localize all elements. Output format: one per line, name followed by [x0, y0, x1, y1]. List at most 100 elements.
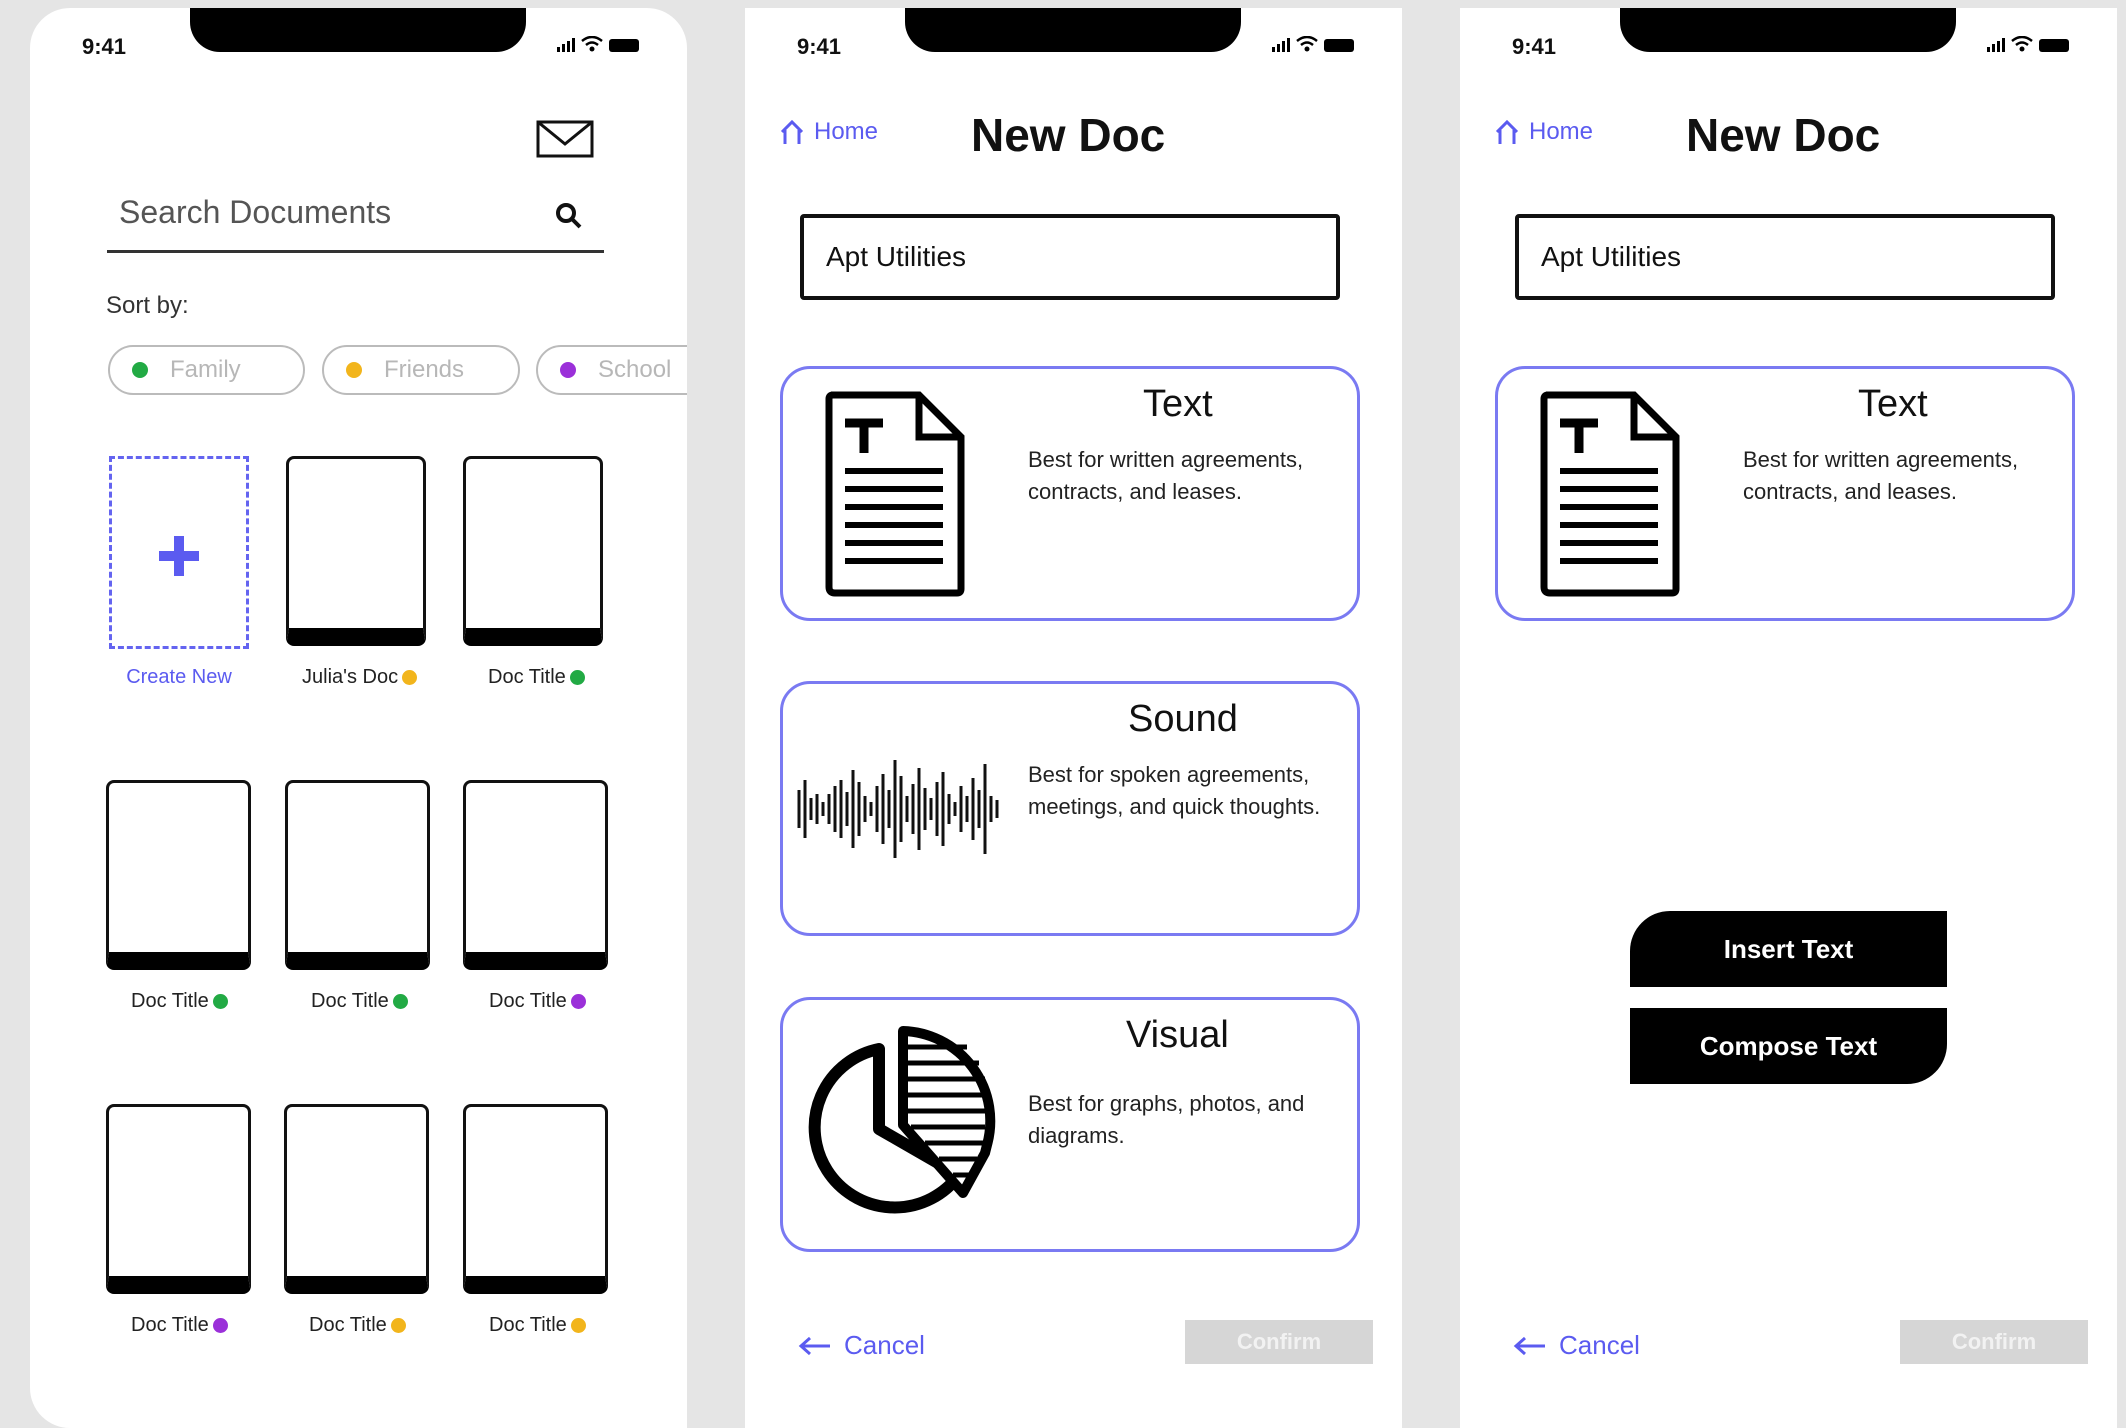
notch [190, 8, 526, 52]
chip-label: Friends [384, 356, 465, 383]
doc-title: Julia's Doc [302, 666, 399, 688]
doc-title: Doc Title [489, 990, 567, 1012]
doc-thumbnail[interactable] [463, 456, 603, 646]
home-label: Home [1529, 118, 1594, 145]
compose-text-button[interactable]: Compose Text [1630, 1008, 1947, 1084]
card-title: Sound [1128, 698, 1238, 740]
school-dot [560, 362, 576, 378]
status-icons [1272, 36, 1354, 52]
doc-title: Doc Title [489, 1314, 567, 1336]
card-description: Best for graphs, photos, and diagrams. [1028, 1091, 1305, 1148]
arrow-left-icon [798, 1336, 830, 1355]
status-icons [1987, 36, 2069, 52]
chip-friends[interactable]: Friends [322, 345, 520, 395]
page-title: New Doc [1686, 109, 1881, 161]
notch [1620, 8, 1956, 52]
category-dot [212, 994, 228, 1009]
arrow-left-icon [1513, 1336, 1545, 1355]
doc-thumbnail[interactable] [286, 456, 426, 646]
text-type-card[interactable]: Text Best for written agreements, contra… [1495, 366, 2075, 621]
card-title: Text [1143, 383, 1213, 425]
doc-caption: Doc Title [488, 666, 585, 689]
status-time: 9:41 [1512, 34, 1557, 59]
doc-title: Doc Title [309, 1314, 387, 1336]
status-time: 9:41 [82, 34, 127, 59]
doc-thumbnail[interactable] [284, 1104, 429, 1294]
mail-icon[interactable] [536, 120, 594, 158]
doc-caption: Doc Title [311, 990, 408, 1013]
status-icons [557, 36, 639, 52]
doc-title: Doc Title [131, 1314, 209, 1336]
doc-caption: Doc Title [131, 1314, 228, 1337]
doc-thumbnail[interactable] [106, 780, 251, 970]
battery-icon [1324, 39, 1354, 52]
sound-type-card[interactable]: Sound Best for spoken agreements, meetin… [780, 681, 1360, 936]
doc-title: Doc Title [311, 990, 389, 1012]
battery-icon [609, 39, 639, 52]
new-doc-screen: 9:41 Home New Doc Apt Utilities Text Bes… [745, 8, 1402, 1428]
home-link[interactable]: Home [1493, 118, 1593, 146]
card-title: Text [1858, 383, 1928, 425]
doc-thumbnail[interactable] [463, 1104, 608, 1294]
documents-screen: 9:41 Search Documents Sort by: Family Fr… [30, 8, 687, 1428]
doc-title: Doc Title [488, 666, 566, 688]
visual-type-card[interactable]: Visual Best for graphs, photos, and diag… [780, 997, 1360, 1252]
create-new-button[interactable] [109, 456, 249, 649]
doc-title: Doc Title [131, 990, 209, 1012]
pie-chart-icon [808, 1026, 996, 1214]
doc-caption: Julia's Doc [302, 666, 418, 689]
card-description: Best for spoken agreements, meetings, an… [1028, 762, 1321, 819]
doc-thumbnail[interactable] [106, 1104, 251, 1294]
doc-name-field[interactable]: Apt Utilities [1515, 214, 2055, 300]
signal-icon [1987, 38, 2005, 52]
text-type-card[interactable]: Text Best for written agreements, contra… [780, 366, 1360, 621]
plus-icon [159, 536, 199, 576]
category-dot [390, 1318, 406, 1333]
chip-label: Family [170, 356, 241, 383]
home-link[interactable]: Home [778, 118, 878, 146]
search-icon[interactable] [555, 202, 583, 230]
confirm-button[interactable]: Confirm [1185, 1320, 1373, 1364]
friends-dot [346, 362, 362, 378]
doc-caption: Doc Title [489, 1314, 586, 1337]
chip-label: School [598, 356, 672, 383]
chip-school[interactable]: School [536, 345, 687, 395]
doc-thumbnail[interactable] [463, 780, 608, 970]
cancel-label: Cancel [1559, 1330, 1640, 1360]
signal-icon [1272, 38, 1290, 52]
cancel-button[interactable]: Cancel [1513, 1330, 1640, 1361]
battery-icon [2039, 39, 2069, 52]
notch [905, 8, 1241, 52]
search-input[interactable]: Search Documents [119, 194, 391, 231]
doc-name-field[interactable]: Apt Utilities [800, 214, 1340, 300]
cancel-label: Cancel [844, 1330, 925, 1360]
home-icon [780, 119, 804, 144]
wifi-icon [581, 36, 603, 52]
doc-thumbnail[interactable] [285, 780, 430, 970]
doc-caption: Doc Title [309, 1314, 406, 1337]
chip-family[interactable]: Family [108, 345, 305, 395]
cancel-button[interactable]: Cancel [798, 1330, 925, 1361]
confirm-button[interactable]: Confirm [1900, 1320, 2088, 1364]
category-dot [570, 994, 586, 1009]
search-bar[interactable]: Search Documents [107, 186, 604, 253]
text-document-icon [825, 391, 965, 597]
family-dot [132, 362, 148, 378]
home-icon [1495, 119, 1519, 144]
card-title: Visual [1126, 1014, 1229, 1056]
card-description: Best for written agreements, contracts, … [1743, 447, 2019, 504]
category-dot [392, 994, 408, 1009]
doc-caption: Doc Title [131, 990, 228, 1013]
doc-caption: Doc Title [489, 990, 586, 1013]
signal-icon [557, 38, 575, 52]
category-dot [212, 1318, 228, 1333]
create-new-label[interactable]: Create New [108, 666, 250, 689]
wifi-icon [2011, 36, 2033, 52]
text-document-icon [1540, 391, 1680, 597]
sound-wave-icon [797, 760, 999, 858]
page-title: New Doc [971, 109, 1166, 161]
insert-text-button[interactable]: Insert Text [1630, 911, 1947, 987]
card-description: Best for written agreements, contracts, … [1028, 447, 1304, 504]
category-dot [402, 670, 418, 685]
home-label: Home [814, 118, 879, 145]
